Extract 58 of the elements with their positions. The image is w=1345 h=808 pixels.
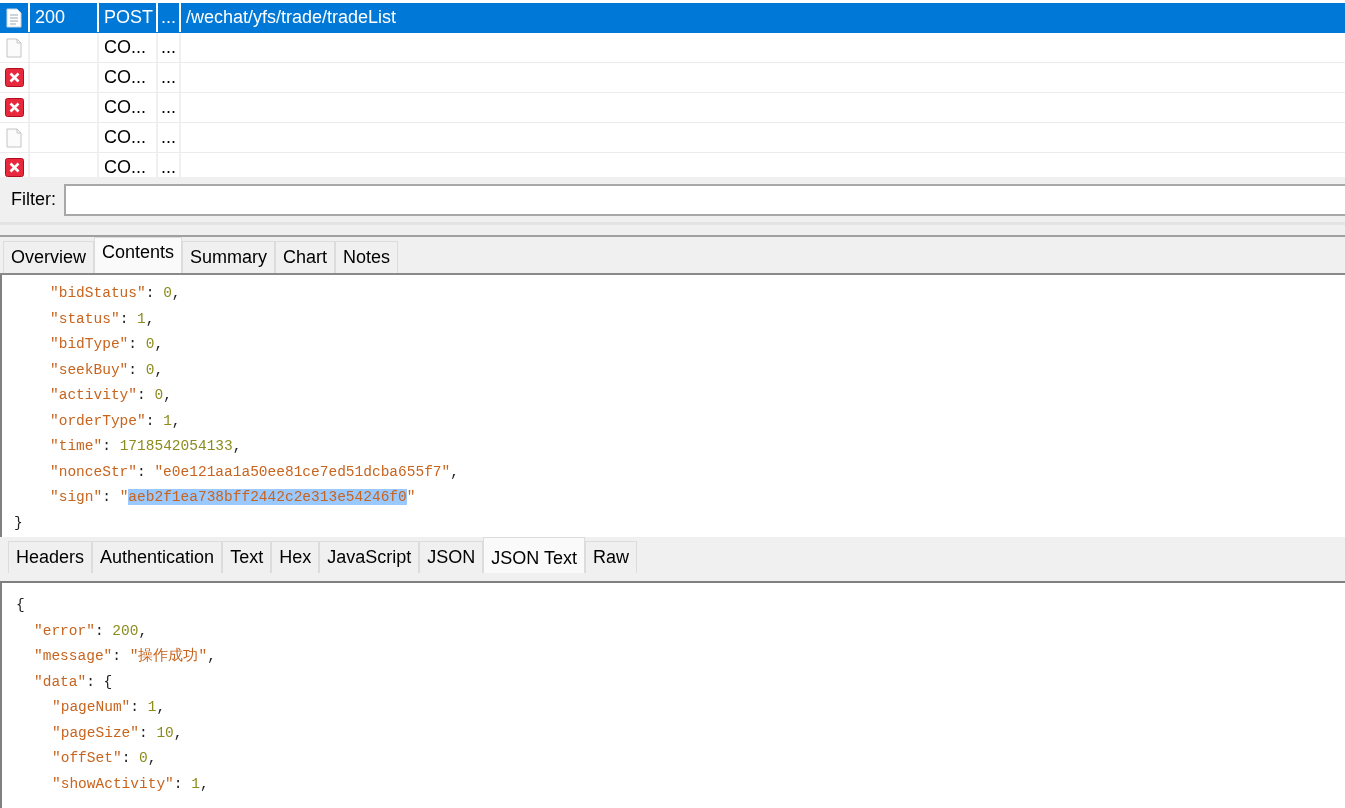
- table-cell: ...: [161, 37, 176, 58]
- code-line: "status": 1,: [50, 309, 155, 329]
- code-line: "offSet": 0,: [52, 749, 157, 768]
- tab[interactable]: JSON Text: [483, 537, 585, 573]
- table-cell: /wechat/yfs/trade/tradeList: [186, 7, 397, 28]
- code-line: "time": 1718542054133,: [50, 437, 242, 456]
- table-cell: ...: [161, 127, 176, 148]
- error-icon: [4, 68, 24, 87]
- code-line: "pageSize": 10,: [52, 723, 183, 743]
- table-cell: ...: [161, 97, 176, 118]
- table-cell: 200: [35, 7, 66, 28]
- table-row[interactable]: CO... ...: [0, 93, 1345, 123]
- table-cell: POST: [104, 7, 153, 28]
- table-cell: CO...: [104, 127, 146, 148]
- code-line: "seekBuy": 0,: [50, 360, 164, 380]
- tab[interactable]: Contents: [94, 237, 183, 273]
- code-line: "data": {: [34, 672, 113, 692]
- tab[interactable]: Authentication: [92, 541, 223, 573]
- code-line: {: [16, 596, 25, 615]
- blank-page-icon: [6, 37, 22, 58]
- code-line: "activity": 0,: [50, 386, 172, 405]
- code-line: "showActivity": 1,: [52, 774, 209, 794]
- code-line: "nonceStr": "e0e121aa1a50ee81ce7ed51dcba655f7",: [50, 462, 459, 482]
- tab[interactable]: Overview: [3, 241, 94, 273]
- code-line: "bidStatus": 0,: [50, 284, 181, 303]
- table-row[interactable]: CO... ...: [0, 153, 1345, 177]
- table-cell: CO...: [104, 37, 146, 58]
- tab[interactable]: Headers: [8, 541, 93, 573]
- blank-page-icon: [6, 127, 22, 148]
- table-cell: ...: [161, 157, 176, 177]
- code-line: "message": "操作成功",: [34, 646, 216, 666]
- table-cell: CO...: [104, 157, 146, 177]
- tab[interactable]: Raw: [584, 541, 637, 573]
- table-cell: ...: [161, 7, 176, 28]
- code-line: "error": 200,: [34, 621, 148, 641]
- document-icon: [6, 7, 22, 28]
- tab[interactable]: Summary: [182, 241, 276, 273]
- tab[interactable]: JavaScript: [319, 541, 420, 573]
- tab[interactable]: Notes: [335, 241, 399, 273]
- code-line: "bidType": 0,: [50, 335, 164, 354]
- table-cell: ...: [161, 67, 176, 88]
- tab[interactable]: JSON: [419, 541, 484, 573]
- table-row[interactable]: CO... ...: [0, 123, 1345, 153]
- code-line: "sign": "aeb2f1ea738bff2442c2e313e54246f0": [50, 488, 416, 507]
- error-icon: [4, 98, 24, 117]
- tab[interactable]: Chart: [275, 241, 336, 273]
- table-cell: CO...: [104, 67, 146, 88]
- tab[interactable]: Hex: [271, 541, 320, 573]
- code-line: "pageNum": 1,: [52, 698, 166, 717]
- table-row[interactable]: 200 POST ... /wechat/yfs/trade/tradeList: [0, 3, 1345, 33]
- filter-field[interactable]: [64, 183, 1345, 216]
- filter-label: Filter:: [11, 189, 56, 210]
- code-line: }: [14, 513, 23, 533]
- table-row[interactable]: CO... ...: [0, 63, 1345, 93]
- tab[interactable]: Text: [222, 541, 272, 573]
- table-cell: CO...: [104, 97, 146, 118]
- table-row[interactable]: CO... ...: [0, 33, 1345, 63]
- code-line: "orderType": 1,: [50, 411, 181, 431]
